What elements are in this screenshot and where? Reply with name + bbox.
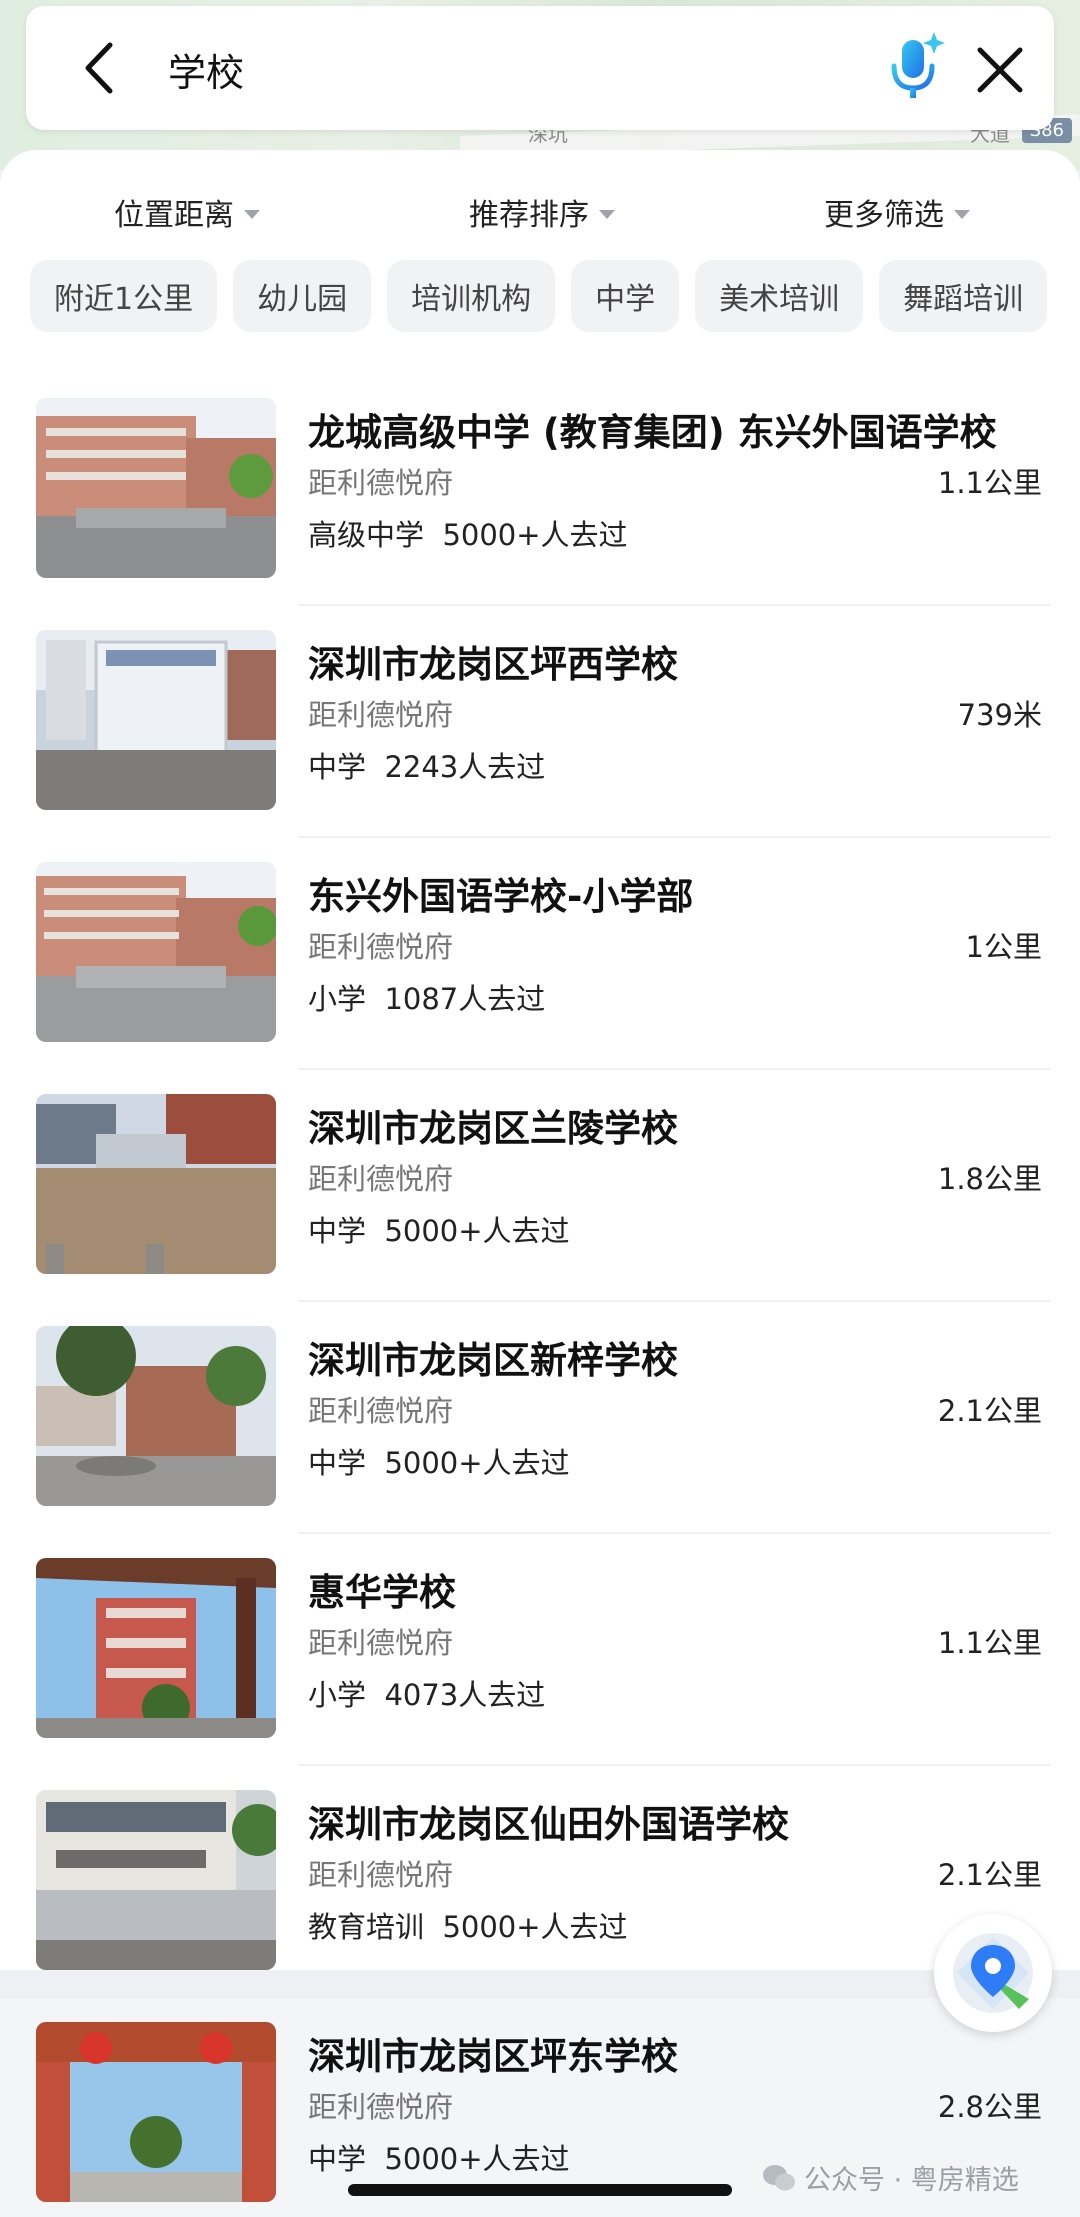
clear-button[interactable] [970, 40, 1030, 100]
watermark-text: 公众号 · 粤房精选 [804, 2165, 1019, 2196]
result-meta: 高级中学 5000+人去过 [308, 512, 628, 554]
result-visitors: 4073人去过 [384, 1678, 546, 1712]
result-origin: 距利德悦府 [308, 930, 454, 964]
school-photo [36, 1326, 276, 1506]
result-meta: 中学 5000+人去过 [308, 1440, 570, 1482]
result-item[interactable]: 深圳市龙岗区兰陵学校 距利德悦府 1.8公里 中学 5000+人去过 [0, 1070, 1080, 1302]
result-visitors: 5000+人去过 [384, 2142, 570, 2176]
result-distance: 1.1公里 [937, 1626, 1042, 1660]
result-category: 小学 [308, 982, 367, 1016]
result-category: 中学 [308, 1214, 367, 1248]
watermark: 公众号 · 粤房精选 [762, 2158, 1019, 2197]
result-item[interactable]: 惠华学校 距利德悦府 1.1公里 小学 4073人去过 [0, 1534, 1080, 1766]
result-origin: 距利德悦府 [308, 698, 454, 732]
chip-dance[interactable]: 舞蹈培训 [879, 260, 1048, 332]
result-title: 深圳市龙岗区坪东学校 [308, 2035, 678, 2078]
chevron-left-icon [85, 42, 113, 94]
result-title: 龙城高级中学 (教育集团) 东兴外国语学校 [308, 411, 997, 454]
chip-middle-school[interactable]: 中学 [571, 260, 680, 332]
chip-training[interactable]: 培训机构 [387, 260, 556, 332]
result-item[interactable]: 深圳市龙岗区坪西学校 距利德悦府 739米 中学 2243人去过 [0, 606, 1080, 838]
result-item[interactable]: 深圳市龙岗区仙田外国语学校 距利德悦府 2.1公里 教育培训 5000+人去过 [0, 1766, 1080, 1998]
chip-art[interactable]: 美术培训 [695, 260, 864, 332]
search-bar[interactable]: 学校 [26, 6, 1054, 130]
filter-sort[interactable]: 推荐排序 [469, 190, 615, 234]
home-indicator[interactable] [348, 2184, 732, 2196]
result-category: 小学 [308, 1678, 367, 1712]
caret-down-icon [244, 209, 260, 219]
result-origin: 距利德悦府 [308, 466, 454, 500]
chip-row: 附近1公里 幼儿园 培训机构 中学 美术培训 舞蹈培训 [30, 260, 1080, 332]
result-origin: 距利德悦府 [308, 2090, 454, 2124]
result-category: 教育培训 [308, 1910, 425, 1944]
result-meta: 小学 4073人去过 [308, 1672, 545, 1714]
filter-distance[interactable]: 位置距离 [114, 190, 260, 234]
result-visitors: 2243人去过 [384, 750, 546, 784]
result-visitors: 5000+人去过 [442, 1910, 628, 1944]
school-photo [36, 2022, 276, 2202]
filter-label: 位置距离 [114, 198, 234, 233]
result-title: 惠华学校 [308, 1571, 456, 1614]
chip-nearby[interactable]: 附近1公里 [30, 260, 218, 332]
result-visitors: 5000+人去过 [384, 1446, 570, 1480]
result-distance: 1.1公里 [937, 466, 1042, 500]
search-input[interactable]: 学校 [168, 42, 244, 97]
result-meta: 小学 1087人去过 [308, 976, 545, 1018]
back-button[interactable] [74, 40, 124, 96]
result-distance: 2.1公里 [937, 1858, 1042, 1892]
map-view-button[interactable] [934, 1914, 1052, 2032]
result-title: 深圳市龙岗区仙田外国语学校 [308, 1803, 789, 1846]
result-meta: 中学 5000+人去过 [308, 2136, 570, 2178]
result-origin: 距利德悦府 [308, 1858, 454, 1892]
result-distance: 2.1公里 [937, 1394, 1042, 1428]
caret-down-icon [954, 209, 970, 219]
result-category: 中学 [308, 2142, 367, 2176]
results-sheet: 位置距离 推荐排序 更多筛选 附近1公里 幼儿园 培训机构 中学 美术培训 舞蹈… [0, 150, 1080, 2217]
school-photo [36, 1558, 276, 1738]
chip-kindergarten[interactable]: 幼儿园 [233, 260, 372, 332]
result-title: 深圳市龙岗区兰陵学校 [308, 1107, 678, 1150]
microphone-icon [891, 32, 945, 98]
close-icon [977, 47, 1023, 93]
result-distance: 1公里 [965, 930, 1042, 964]
school-photo [36, 398, 276, 578]
result-origin: 距利德悦府 [308, 1162, 454, 1196]
result-item[interactable]: 龙城高级中学 (教育集团) 东兴外国语学校 距利德悦府 1.1公里 高级中学 5… [0, 374, 1080, 606]
filter-more[interactable]: 更多筛选 [824, 190, 970, 234]
voice-search-button[interactable] [884, 30, 948, 106]
filter-label: 推荐排序 [469, 198, 589, 233]
result-category: 中学 [308, 1446, 367, 1480]
wechat-icon [763, 2164, 795, 2190]
result-distance: 2.8公里 [937, 2090, 1042, 2124]
school-photo [36, 630, 276, 810]
result-title: 深圳市龙岗区新梓学校 [308, 1339, 678, 1382]
result-category: 高级中学 [308, 518, 425, 552]
result-item[interactable]: 深圳市龙岗区新梓学校 距利德悦府 2.1公里 中学 5000+人去过 [0, 1302, 1080, 1534]
result-origin: 距利德悦府 [308, 1394, 454, 1428]
result-distance: 1.8公里 [937, 1162, 1042, 1196]
result-item[interactable]: 东兴外国语学校-小学部 距利德悦府 1公里 小学 1087人去过 [0, 838, 1080, 1070]
result-title: 深圳市龙岗区坪西学校 [308, 643, 678, 686]
result-distance: 739米 [957, 698, 1042, 732]
result-origin: 距利德悦府 [308, 1626, 454, 1660]
school-photo [36, 1094, 276, 1274]
caret-down-icon [599, 209, 615, 219]
result-meta: 中学 2243人去过 [308, 744, 545, 786]
result-visitors: 5000+人去过 [384, 1214, 570, 1248]
filter-label: 更多筛选 [824, 198, 944, 233]
result-meta: 教育培训 5000+人去过 [308, 1904, 628, 1946]
result-visitors: 5000+人去过 [442, 518, 628, 552]
result-visitors: 1087人去过 [384, 982, 546, 1016]
school-photo [36, 1790, 276, 1970]
result-meta: 中学 5000+人去过 [308, 1208, 570, 1250]
filter-bar: 位置距离 推荐排序 更多筛选 [0, 190, 1080, 250]
result-title: 东兴外国语学校-小学部 [308, 875, 694, 918]
map-pin-icon [953, 1933, 1033, 2013]
result-category: 中学 [308, 750, 367, 784]
school-photo [36, 862, 276, 1042]
